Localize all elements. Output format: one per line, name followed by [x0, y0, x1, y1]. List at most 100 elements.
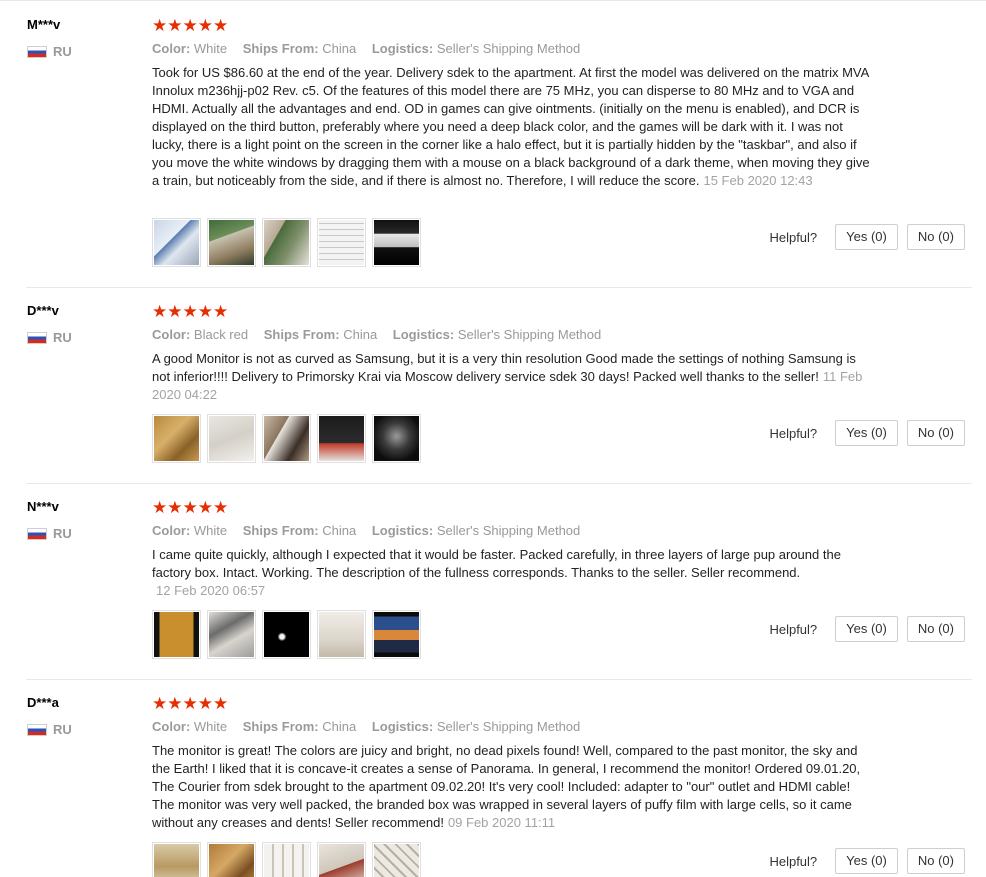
review-photo[interactable]	[262, 842, 311, 877]
ships-from-label: Ships From:	[242, 523, 319, 538]
helpful-yes-button[interactable]: Yes (0)	[835, 224, 898, 250]
color-label: Color:	[152, 523, 191, 538]
color-value: White	[193, 41, 228, 56]
ships-from-label: Ships From:	[242, 41, 319, 56]
helpful-label: Helpful?	[769, 853, 818, 869]
color-label: Color:	[152, 41, 191, 56]
review-photo[interactable]	[317, 414, 366, 463]
review-date: 12 Feb 2020 06:57	[156, 583, 266, 598]
color-value: Black red	[193, 327, 249, 342]
review-date-line: 12 Feb 2020 06:57	[152, 582, 265, 600]
helpful-label: Helpful?	[769, 621, 818, 637]
helpful-no-button[interactable]: No (0)	[906, 420, 965, 446]
reviewer-name: D***a	[27, 695, 59, 710]
review-photo[interactable]	[152, 610, 201, 659]
review-text: Took for US $86.60 at the end of the yea…	[152, 65, 870, 188]
country-code: RU	[53, 526, 72, 541]
review-divider	[26, 287, 972, 288]
reviewer-country: RU	[27, 526, 72, 541]
color-label: Color:	[152, 327, 191, 342]
review-photo[interactable]	[152, 842, 201, 877]
review-photo[interactable]	[152, 218, 201, 267]
review-photo[interactable]	[372, 610, 421, 659]
review-photo[interactable]	[317, 842, 366, 877]
reviewer-country: RU	[27, 330, 72, 345]
review-text: I came quite quickly, although I expecte…	[152, 547, 841, 580]
russia-flag-icon	[27, 527, 47, 540]
logistics-label: Logistics:	[371, 523, 434, 538]
review-divider	[26, 679, 972, 680]
ships-from-value: China	[322, 41, 357, 56]
review-text-block: I came quite quickly, although I expecte…	[152, 546, 870, 582]
reviewer-country: RU	[27, 722, 72, 737]
reviewer-name: N***v	[27, 499, 59, 514]
country-code: RU	[53, 722, 72, 737]
review-photo[interactable]	[262, 218, 311, 267]
rating-stars: ★★★★★	[152, 498, 229, 517]
logistics-value: Seller's Shipping Method	[457, 327, 602, 342]
review-photo[interactable]	[207, 414, 256, 463]
russia-flag-icon	[27, 331, 47, 344]
logistics-value: Seller's Shipping Method	[436, 523, 581, 538]
review-text-block: A good Monitor is not as curved as Samsu…	[152, 350, 870, 404]
helpful-no-button[interactable]: No (0)	[906, 616, 965, 642]
logistics-value: Seller's Shipping Method	[436, 719, 581, 734]
helpful-votes: Helpful? Yes (0) No (0)	[769, 848, 965, 874]
helpful-label: Helpful?	[769, 425, 818, 441]
helpful-yes-button[interactable]: Yes (0)	[835, 848, 898, 874]
review-text-block: The monitor is great! The colors are jui…	[152, 742, 870, 832]
ships-from-label: Ships From:	[242, 719, 319, 734]
review-meta: Color: Black red Ships From: China Logis…	[152, 327, 601, 342]
helpful-votes: Helpful? Yes (0) No (0)	[769, 420, 965, 446]
review-photo[interactable]	[207, 610, 256, 659]
review-photo[interactable]	[317, 610, 366, 659]
helpful-votes: Helpful? Yes (0) No (0)	[769, 616, 965, 642]
review-meta: Color: White Ships From: China Logistics…	[152, 523, 580, 538]
helpful-label: Helpful?	[769, 229, 818, 245]
star-rating: ★★★★★	[152, 303, 228, 321]
review-photo[interactable]	[317, 218, 366, 267]
review-photo[interactable]	[207, 218, 256, 267]
review-text-block: Took for US $86.60 at the end of the yea…	[152, 64, 870, 190]
helpful-votes: Helpful? Yes (0) No (0)	[769, 224, 965, 250]
rating-stars: ★★★★★	[152, 302, 229, 321]
review-meta: Color: White Ships From: China Logistics…	[152, 719, 580, 734]
review-photo[interactable]	[372, 218, 421, 267]
review-photo[interactable]	[152, 414, 201, 463]
review-meta: Color: White Ships From: China Logistics…	[152, 41, 580, 56]
helpful-yes-button[interactable]: Yes (0)	[835, 420, 898, 446]
ships-from-value: China	[343, 327, 378, 342]
review-photo[interactable]	[262, 414, 311, 463]
review-photo[interactable]	[372, 414, 421, 463]
helpful-no-button[interactable]: No (0)	[906, 848, 965, 874]
star-rating: ★★★★★	[152, 499, 228, 517]
review-photo[interactable]	[207, 842, 256, 877]
helpful-no-button[interactable]: No (0)	[906, 224, 965, 250]
russia-flag-icon	[27, 45, 47, 58]
ships-from-label: Ships From:	[263, 327, 340, 342]
logistics-label: Logistics:	[392, 327, 455, 342]
color-label: Color:	[152, 719, 191, 734]
reviewer-country: RU	[27, 44, 72, 59]
review-photo[interactable]	[372, 842, 421, 877]
review-photos	[152, 414, 421, 463]
star-rating: ★★★★★	[152, 17, 228, 35]
review-photos	[152, 842, 421, 877]
review-photos	[152, 610, 421, 659]
reviewer-name: D***v	[27, 303, 59, 318]
ships-from-value: China	[322, 719, 357, 734]
reviewer-name: M***v	[27, 17, 61, 32]
review-date: 09 Feb 2020 11:11	[447, 815, 556, 830]
top-divider	[0, 0, 986, 1]
color-value: White	[193, 719, 228, 734]
color-value: White	[193, 523, 228, 538]
review-text: A good Monitor is not as curved as Samsu…	[152, 351, 856, 384]
review-date: 15 Feb 2020 12:43	[703, 173, 813, 188]
country-code: RU	[53, 44, 72, 59]
review-photo[interactable]	[262, 610, 311, 659]
review-photos	[152, 218, 421, 267]
star-rating: ★★★★★	[152, 695, 228, 713]
rating-stars: ★★★★★	[152, 694, 229, 713]
rating-stars: ★★★★★	[152, 16, 229, 35]
helpful-yes-button[interactable]: Yes (0)	[835, 616, 898, 642]
